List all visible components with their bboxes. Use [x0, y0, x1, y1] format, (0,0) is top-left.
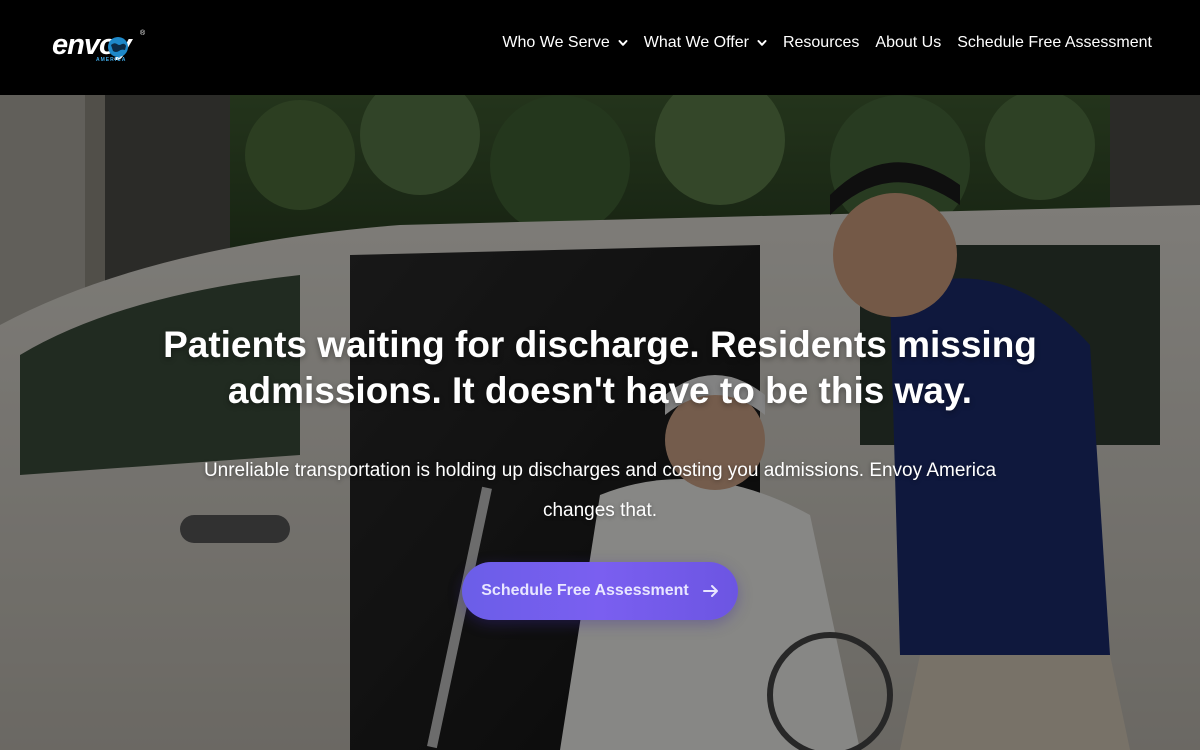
page: envoy ® AMERICA Who We Serve What We Off…	[0, 0, 1200, 750]
hero-headline-line-1: Patients waiting for discharge. Resident…	[163, 324, 1037, 365]
arrow-right-icon	[702, 585, 718, 597]
nav-item-schedule-assessment[interactable]: Schedule Free Assessment	[957, 34, 1152, 52]
hero-section: Patients waiting for discharge. Resident…	[0, 95, 1200, 750]
nav-item-about-us[interactable]: About Us	[875, 34, 941, 52]
nav-item-label: Schedule Free Assessment	[957, 34, 1152, 51]
logo-trademark: ®	[140, 30, 146, 37]
nav-item-label: Resources	[782, 34, 860, 51]
main-nav: Who We Serve What We Offer Resources Abo…	[502, 32, 1152, 54]
chevron-down-icon	[757, 40, 767, 46]
hero-headline-line-2: admissions. It doesn't have to be this w…	[227, 370, 973, 411]
hero-subheadline: Unreliable transportation is holding up …	[150, 451, 1050, 531]
cta-label: Schedule Free Assessment	[481, 582, 689, 599]
nav-item-who-we-serve[interactable]: Who We Serve	[502, 34, 628, 52]
hero-subheadline-line-1: Unreliable transportation is holding up …	[203, 460, 997, 481]
hero-headline: Patients waiting for discharge. Resident…	[100, 322, 1100, 414]
hero-subheadline-line-2: changes that.	[542, 500, 658, 521]
nav-item-label: What We Offer	[643, 34, 749, 51]
nav-item-label: Who We Serve	[502, 34, 610, 51]
chevron-down-icon	[618, 40, 628, 46]
nav-item-what-we-offer[interactable]: What We Offer	[644, 34, 767, 52]
globe-icon	[108, 37, 128, 57]
nav-item-resources[interactable]: Resources	[783, 34, 859, 52]
site-header: envoy ® AMERICA Who We Serve What We Off…	[0, 0, 1200, 95]
hero-content: Patients waiting for discharge. Resident…	[100, 95, 1100, 750]
logo-subtitle: AMERICA	[96, 57, 127, 63]
schedule-assessment-button[interactable]: Schedule Free Assessment	[462, 562, 738, 620]
nav-item-label: About Us	[875, 34, 942, 51]
envoy-america-logo[interactable]: envoy ® AMERICA	[52, 28, 148, 68]
